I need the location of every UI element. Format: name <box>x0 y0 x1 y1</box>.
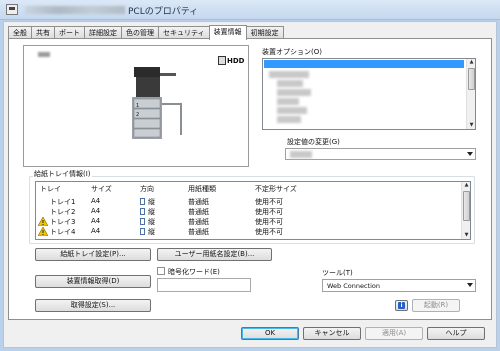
portrait-page-icon <box>140 218 145 225</box>
get-device-info-button[interactable]: 装置情報取得(D) <box>35 275 151 288</box>
tray-settings-button[interactable]: 給紙トレイ設定(P)... <box>35 248 151 261</box>
svg-text:2: 2 <box>136 112 139 118</box>
hdd-label: HDD <box>227 56 245 65</box>
tray-name: トレイ2 <box>50 208 76 216</box>
encryption-label: 暗号化ワード(E) <box>168 268 220 276</box>
column-header: 用紙種類 <box>188 185 216 193</box>
tool-dropdown[interactable]: Web Connection <box>322 279 476 292</box>
list-item[interactable] <box>277 80 303 87</box>
list-item[interactable] <box>277 98 299 105</box>
user-paper-name-button[interactable]: ユーザー用紙名設定(B)... <box>157 248 272 261</box>
table-row[interactable]: トレイ2 A4 縦 普通紙 使用不可 <box>36 207 460 217</box>
chevron-down-icon <box>467 283 473 287</box>
tray-orientation: 縦 <box>148 208 155 216</box>
tray-custom-size: 使用不可 <box>255 228 283 236</box>
tray-paper-type: 普通紙 <box>188 228 209 236</box>
encryption-checkbox[interactable] <box>157 267 165 275</box>
printer-illustration-icon: 1 2 <box>132 67 182 139</box>
table-row[interactable]: トレイ3 A4 縦 普通紙 使用不可 <box>36 217 460 227</box>
table-row[interactable]: トレイ1 A4 縦 普通紙 使用不可 <box>36 197 460 207</box>
selected-option[interactable] <box>264 60 464 68</box>
launch-button[interactable]: 起動(R) <box>412 299 460 312</box>
apply-button[interactable]: 適用(A) <box>365 327 423 340</box>
column-header: サイズ <box>91 185 112 193</box>
options-scrollbar[interactable]: ▲ ▼ <box>466 59 475 129</box>
printer-icon <box>6 4 18 15</box>
scroll-up-icon[interactable]: ▲ <box>463 182 470 189</box>
tray-custom-size: 使用不可 <box>255 198 283 206</box>
list-item[interactable] <box>277 116 301 123</box>
ok-button[interactable]: OK <box>241 327 299 340</box>
warning-icon <box>38 227 48 236</box>
value-change-label: 設定値の変更(G) <box>287 138 340 146</box>
tab-strip: 全般 共有 ポート 詳細設定 色の管理 セキュリティ 装置情報 初期設定 <box>8 25 284 40</box>
tray-paper-type: 普通紙 <box>188 198 209 206</box>
tray-orientation: 縦 <box>148 198 155 206</box>
info-icon[interactable]: i <box>395 300 408 311</box>
window-title: PCLのプロパティ <box>128 7 199 17</box>
tray-paper-type: 普通紙 <box>188 218 209 226</box>
device-options-label: 装置オプション(O) <box>262 48 322 56</box>
title-bar: PCLのプロパティ <box>0 0 500 20</box>
column-header: 不定形サイズ <box>255 185 297 193</box>
tray-orientation: 縦 <box>148 228 155 236</box>
tray-size: A4 <box>91 217 101 225</box>
tray-name: トレイ3 <box>50 218 76 226</box>
help-button[interactable]: ヘルプ <box>427 327 485 340</box>
blurred-value <box>290 151 312 158</box>
list-item[interactable] <box>277 107 307 114</box>
tray-paper-type: 普通紙 <box>188 208 209 216</box>
chevron-down-icon <box>467 152 473 156</box>
warning-icon <box>38 217 48 226</box>
list-item[interactable] <box>269 71 309 78</box>
scroll-down-icon[interactable]: ▼ <box>463 232 470 239</box>
hdd-icon <box>218 56 226 65</box>
tray-info-label: 給紙トレイ情報(I) <box>33 169 92 179</box>
tray-custom-size: 使用不可 <box>255 208 283 216</box>
table-row[interactable]: トレイ4 A4 縦 普通紙 使用不可 <box>36 227 460 237</box>
tray-list-header: トレイ サイズ 方向 用紙種類 不定形サイズ <box>36 182 470 193</box>
tray-orientation: 縦 <box>148 218 155 226</box>
value-change-dropdown[interactable] <box>285 148 476 160</box>
scroll-up-icon[interactable]: ▲ <box>468 59 475 66</box>
tray-size: A4 <box>91 227 101 235</box>
list-item[interactable] <box>277 89 311 96</box>
tray-name: トレイ1 <box>50 198 76 206</box>
tray-size: A4 <box>91 197 101 205</box>
scroll-thumb[interactable] <box>463 191 470 221</box>
scroll-down-icon[interactable]: ▼ <box>468 122 475 129</box>
tool-label: ツール(T) <box>322 269 353 277</box>
tab-device-info[interactable]: 装置情報 <box>208 25 247 40</box>
tray-list-scrollbar[interactable]: ▲ ▼ <box>461 182 470 239</box>
blurred-model-name <box>38 52 50 57</box>
svg-text:1: 1 <box>136 103 139 109</box>
encryption-input[interactable] <box>157 278 251 292</box>
portrait-page-icon <box>140 228 145 235</box>
column-header: トレイ <box>40 185 61 193</box>
cancel-button[interactable]: キャンセル <box>303 327 361 340</box>
acquire-settings-button[interactable]: 取得設定(S)... <box>35 299 151 312</box>
blurred-printer-name <box>25 6 125 14</box>
tray-list[interactable]: トレイ サイズ 方向 用紙種類 不定形サイズ トレイ1 A4 縦 普通紙 使用不… <box>35 181 471 240</box>
tray-size: A4 <box>91 207 101 215</box>
portrait-page-icon <box>140 198 145 205</box>
tray-name: トレイ4 <box>50 228 76 236</box>
hdd-indicator: HDD <box>218 56 244 65</box>
tray-custom-size: 使用不可 <box>255 218 283 226</box>
device-options-list[interactable]: ▲ ▼ <box>262 58 476 130</box>
tool-value: Web Connection <box>327 282 381 290</box>
column-header: 方向 <box>140 185 154 193</box>
scroll-thumb[interactable] <box>468 68 475 90</box>
portrait-page-icon <box>140 208 145 215</box>
